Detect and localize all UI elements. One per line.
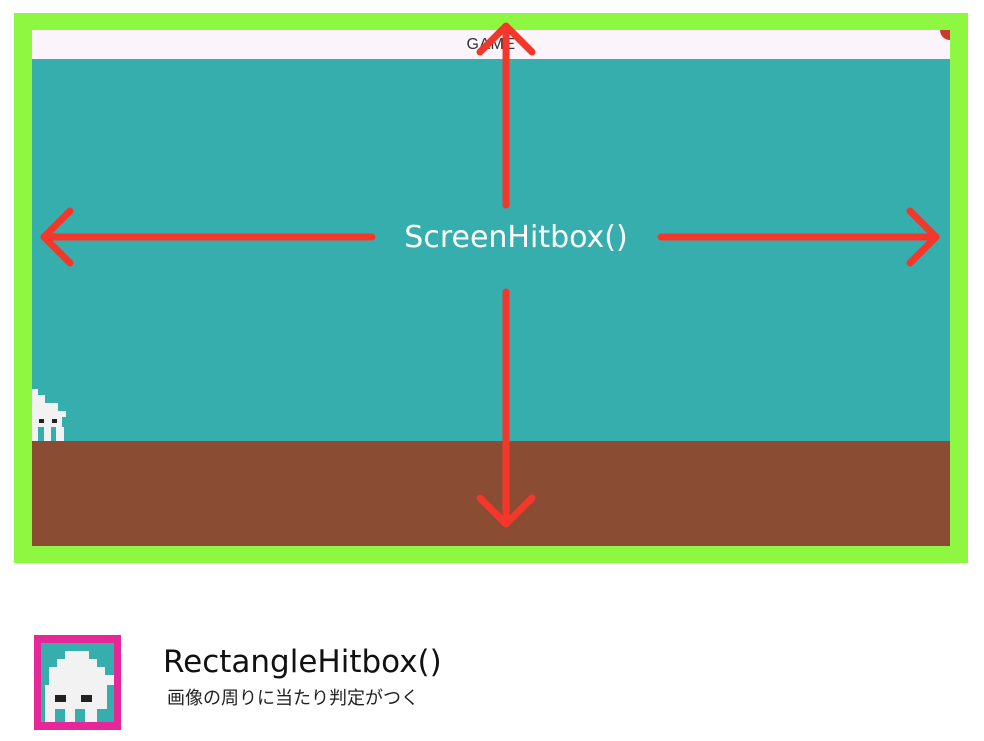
app-bar-title: GAME	[466, 36, 516, 53]
rectangle-hitbox-thumbnail	[34, 635, 121, 730]
game-viewport[interactable]: GAME	[32, 30, 950, 546]
screen-hitbox-label: ScreenHitbox()	[404, 220, 628, 255]
app-bar: GAME	[32, 30, 950, 59]
rectangle-hitbox-title: RectangleHitbox()	[163, 644, 442, 680]
player-sprite[interactable]	[32, 389, 68, 441]
debug-banner-corner	[940, 30, 950, 40]
thumbnail-sprite	[45, 651, 114, 722]
game-ground	[32, 441, 950, 546]
screen-hitbox-frame: GAME	[14, 13, 968, 563]
rectangle-hitbox-description: 画像の周りに当たり判定がつく	[167, 688, 419, 709]
thumbnail-background	[41, 643, 114, 722]
